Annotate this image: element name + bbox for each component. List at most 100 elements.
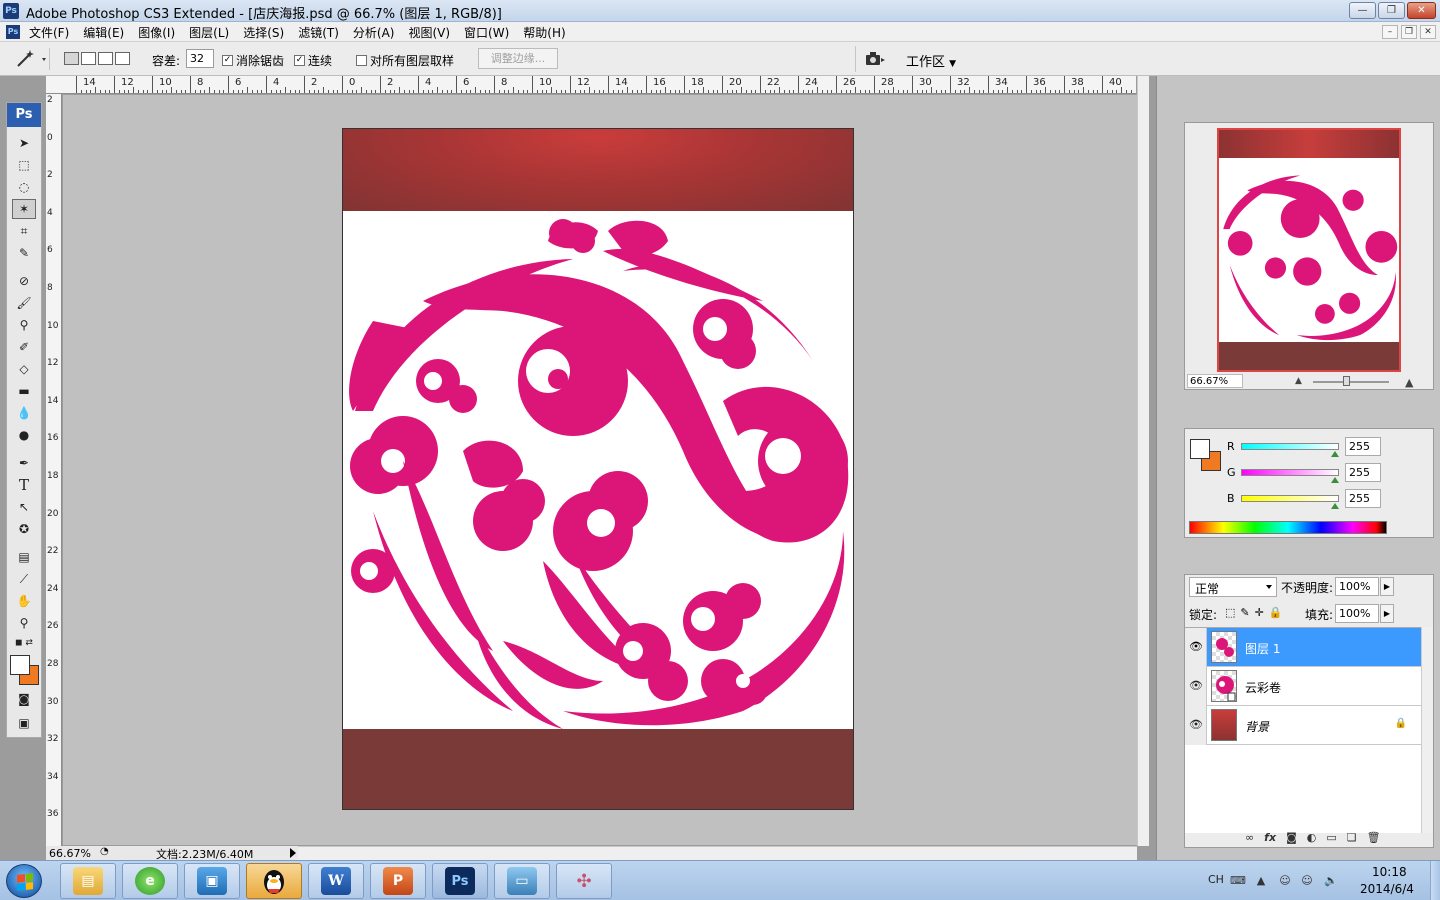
antialias-checkbox[interactable]: ✓ 消除锯齿 [222, 52, 284, 69]
fill-input[interactable]: 100% [1335, 604, 1379, 623]
lock-all-icon[interactable]: 🔒 [1269, 606, 1283, 619]
notes-tool-icon[interactable]: ▤ [12, 547, 36, 567]
type-tool-icon[interactable]: T [12, 475, 36, 495]
taskbar-photo-viewer[interactable]: ▭ [494, 863, 550, 899]
lock-position-icon[interactable]: ✛ [1255, 606, 1264, 619]
magic-wand-tool-icon[interactable]: ✶ [12, 199, 36, 219]
add-selection-button[interactable] [81, 52, 96, 65]
move-tool-icon[interactable]: ➤ [12, 133, 36, 153]
marquee-tool-icon[interactable]: ⬚ [12, 155, 36, 175]
taskbar-word[interactable]: W [308, 863, 364, 899]
blend-mode-dropdown[interactable]: 正常 [1189, 577, 1277, 597]
menu-item[interactable]: 文件(F) [29, 24, 69, 41]
eye-icon[interactable]: 👁 [1189, 718, 1203, 731]
slice-tool-icon[interactable]: ✎ [12, 243, 36, 263]
contiguous-checkbox[interactable]: ✓ 连续 [294, 52, 332, 69]
taskbar-360-browser[interactable]: e [122, 863, 178, 899]
dodge-tool-icon[interactable]: ● [12, 425, 36, 445]
qq-tray-icon-2[interactable]: ☺ [1300, 874, 1314, 888]
menu-item[interactable]: 帮助(H) [523, 24, 565, 41]
channel-slider-handle[interactable] [1331, 477, 1339, 483]
intersect-selection-button[interactable] [115, 52, 130, 65]
menu-item[interactable]: 窗口(W) [464, 24, 509, 41]
layer-visibility-cell[interactable]: 👁 [1185, 667, 1207, 706]
close-button[interactable]: ✕ [1407, 2, 1436, 19]
path-selection-tool-icon[interactable]: ↖ [12, 497, 36, 517]
lock-pixels-icon[interactable]: ✎ [1240, 606, 1249, 619]
eraser-tool-icon[interactable]: ◇ [12, 359, 36, 379]
menu-item[interactable]: 视图(V) [408, 24, 450, 41]
layer-name[interactable]: 图层 1 [1245, 640, 1280, 657]
status-zoom-level[interactable]: 66.67% [49, 847, 91, 860]
vertical-scrollbar[interactable] [1137, 76, 1149, 846]
crop-tool-icon[interactable]: ⌗ [12, 221, 36, 241]
adjustment-layer-icon[interactable]: ◐ [1307, 831, 1317, 844]
link-layers-icon[interactable]: ∞ [1245, 831, 1254, 844]
history-brush-tool-icon[interactable]: ✐ [12, 337, 36, 357]
menu-item[interactable]: 滤镜(T) [298, 24, 339, 41]
start-button[interactable] [6, 864, 42, 898]
gradient-tool-icon[interactable]: ▬ [12, 381, 36, 401]
hand-tool-icon[interactable]: ✋ [12, 591, 36, 611]
channel-slider[interactable] [1241, 469, 1339, 476]
bridge-icon[interactable] [864, 51, 886, 67]
layer-visibility-cell[interactable]: 👁 [1185, 706, 1207, 745]
clock-date[interactable]: 2014/6/4 [1360, 882, 1414, 896]
zoom-tool-icon[interactable]: ⚲ [12, 613, 36, 633]
blur-tool-icon[interactable]: 💧 [12, 403, 36, 423]
channel-value-input[interactable]: 255 [1345, 437, 1381, 456]
zoom-out-icon[interactable]: ▲ [1295, 376, 1302, 386]
tolerance-input[interactable]: 32 [186, 49, 214, 68]
swap-colors-icon[interactable]: ◼ ⇄ [12, 633, 36, 653]
layer-name[interactable]: 背景 [1245, 718, 1269, 735]
lock-transparent-icon[interactable]: ⬚ [1225, 606, 1235, 619]
status-menu-arrow-icon[interactable] [290, 848, 296, 858]
taskbar-photoshop[interactable]: Ps [432, 863, 488, 899]
clock-time[interactable]: 10:18 [1372, 865, 1407, 879]
taskbar-powerpoint[interactable]: P [370, 863, 426, 899]
eyedropper-tool-icon[interactable]: ⟋ [12, 569, 36, 589]
quick-mask-icon[interactable]: ◙ [12, 689, 36, 709]
input-language[interactable]: CH [1208, 873, 1224, 886]
new-selection-button[interactable] [64, 52, 79, 65]
minimize-button[interactable]: — [1349, 2, 1376, 19]
doc-restore-button[interactable]: ❐ [1401, 25, 1417, 39]
taskbar-paint-app[interactable]: ✣ [556, 863, 612, 899]
menu-item[interactable]: 分析(A) [353, 24, 395, 41]
eye-icon[interactable]: 👁 [1189, 679, 1203, 692]
menu-item[interactable]: 图像(I) [138, 24, 175, 41]
show-hidden-icons-icon[interactable]: ▲ [1254, 874, 1268, 888]
volume-icon[interactable]: 🔈 [1324, 874, 1338, 888]
layers-scrollbar[interactable] [1421, 627, 1433, 833]
layer-row-cloud[interactable]: 👁 云彩卷 [1185, 667, 1421, 706]
workspace-dropdown[interactable]: 工作区 ▼ [906, 51, 956, 70]
pen-tool-icon[interactable]: ✒ [12, 453, 36, 473]
channel-slider-handle[interactable] [1331, 451, 1339, 457]
horizontal-scrollbar[interactable] [298, 846, 1137, 860]
layer-visibility-cell[interactable]: 👁 [1185, 628, 1207, 667]
layer-name[interactable]: 云彩卷 [1245, 679, 1281, 696]
brush-tool-icon[interactable]: 🖌 [12, 293, 36, 313]
eye-icon[interactable]: 👁 [1189, 640, 1203, 653]
channel-value-input[interactable]: 255 [1345, 463, 1381, 482]
fill-slider-button[interactable]: ▶ [1380, 604, 1394, 623]
navigator-thumbnail[interactable] [1217, 128, 1401, 372]
delete-layer-icon[interactable]: 🗑 [1367, 831, 1381, 844]
taskbar-qq[interactable] [246, 863, 302, 899]
layer-style-icon[interactable]: fx [1264, 831, 1276, 844]
document-canvas[interactable] [342, 128, 854, 810]
layer-row-layer1[interactable]: 👁 图层 1 [1185, 628, 1421, 667]
refine-edge-button[interactable]: 调整边缘... [478, 48, 558, 69]
zoom-in-icon[interactable]: ▲ [1405, 376, 1413, 389]
maximize-button[interactable]: ❐ [1378, 2, 1405, 19]
channel-slider[interactable] [1241, 495, 1339, 502]
layer-mask-icon[interactable]: ◙ [1286, 831, 1297, 844]
taskbar-app-manager[interactable]: ▣ [184, 863, 240, 899]
screen-mode-icon[interactable]: ▣ [12, 713, 36, 733]
opacity-slider-button[interactable]: ▶ [1380, 577, 1394, 596]
qq-tray-icon[interactable]: ☺ [1278, 874, 1292, 888]
channel-slider-handle[interactable] [1331, 503, 1339, 509]
tool-preset-picker[interactable] [10, 48, 50, 70]
layer-row-background[interactable]: 👁 背景 🔒 [1185, 706, 1421, 745]
channel-slider[interactable] [1241, 443, 1339, 450]
